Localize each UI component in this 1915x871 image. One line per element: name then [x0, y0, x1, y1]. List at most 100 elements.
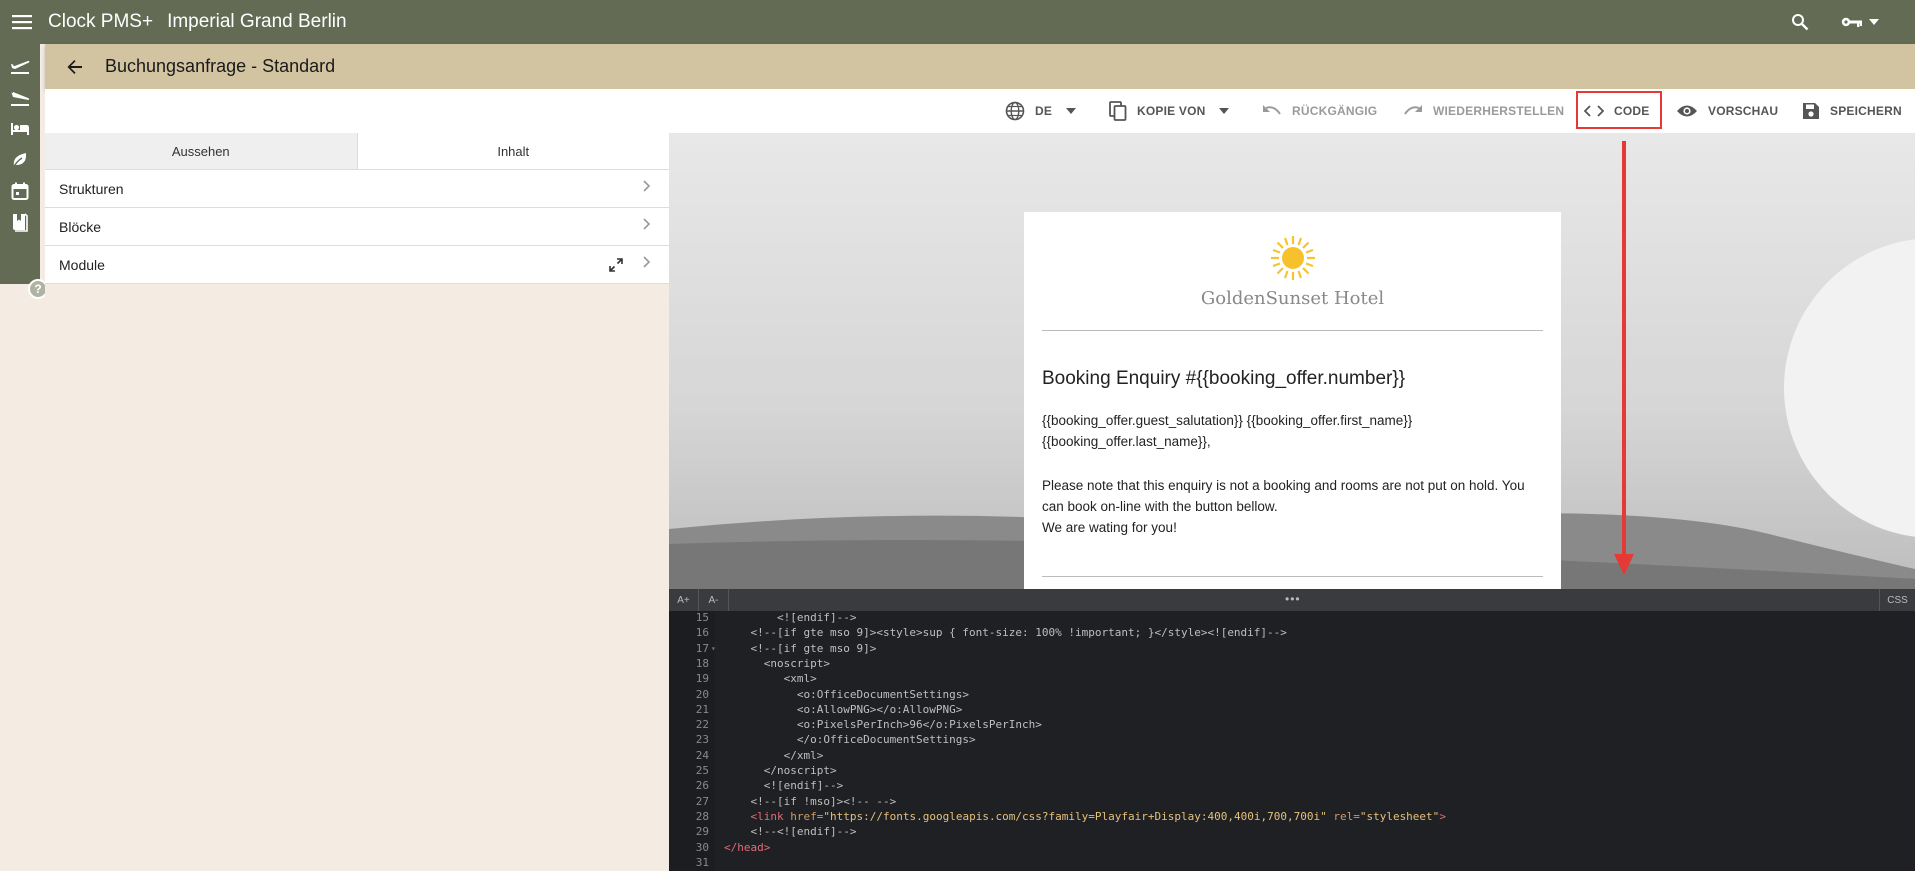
save-icon	[1803, 103, 1819, 119]
code-line[interactable]: 22 <o:PixelsPerInch>96</o:PixelsPerInch>	[669, 717, 1915, 732]
line-number: 23	[695, 733, 709, 747]
divider	[1042, 330, 1543, 331]
line-number: 26	[695, 779, 709, 793]
code-text: <noscript>	[724, 656, 830, 670]
undo-label: RÜCKGÄNGIG	[1292, 104, 1378, 118]
line-number: 17	[695, 641, 709, 655]
language-select[interactable]: DE	[1005, 89, 1077, 133]
email-card: GoldenSunset Hotel Booking Enquiry #{{bo…	[1024, 212, 1561, 589]
code-string: "stylesheet"	[1359, 809, 1440, 823]
line-number: 31	[695, 855, 709, 869]
flight-land-icon[interactable]	[6, 84, 34, 112]
code-string: "https://fonts.googleapis.com/css?family…	[823, 809, 1327, 823]
line-number: 19	[695, 672, 709, 686]
code-line[interactable]: 28 <link href="https://fonts.googleapis.…	[669, 809, 1915, 824]
copy-from-button[interactable]: KOPIE VON	[1109, 89, 1230, 133]
hotel-name[interactable]: Imperial Grand Berlin	[167, 11, 347, 33]
preview-label: VORSCHAU	[1708, 104, 1779, 118]
font-increase-button[interactable]: A+	[669, 589, 699, 611]
code-text: </noscript>	[724, 764, 837, 777]
back-arrow-icon[interactable]	[55, 47, 95, 87]
code-line[interactable]: 18 <noscript>	[669, 656, 1915, 671]
tab-aussehen[interactable]: Aussehen	[45, 133, 358, 170]
key-icon[interactable]	[1835, 8, 1885, 36]
code-line[interactable]: 21 <o:AllowPNG></o:AllowPNG>	[669, 702, 1915, 717]
code-text: <xml>	[724, 672, 817, 686]
email-heading: Booking Enquiry #{{booking_offer.number}…	[1042, 368, 1406, 389]
email-body: Please note that this enquiry is not a b…	[1042, 478, 1525, 514]
code-text: <![endif]-->	[724, 779, 844, 793]
chevron-down-icon	[1219, 108, 1230, 114]
code-line[interactable]: 15 <![endif]-->	[669, 611, 1915, 625]
chevron-right-icon	[643, 218, 651, 230]
code-line[interactable]: 26 <![endif]-->	[669, 778, 1915, 793]
code-line[interactable]: 29 <!--<![endif]-->	[669, 824, 1915, 839]
code-text: </head>	[724, 840, 770, 855]
hotel-bed-icon[interactable]	[6, 115, 34, 143]
top-app-bar: Clock PMS+ Imperial Grand Berlin	[0, 0, 1915, 44]
app-title: Clock PMS+	[48, 11, 154, 32]
email-preview-area: GoldenSunset Hotel Booking Enquiry #{{bo…	[669, 133, 1915, 589]
tab-inhalt[interactable]: Inhalt	[357, 133, 669, 170]
code-line[interactable]: 31	[669, 855, 1915, 870]
code-line[interactable]: 23 </o:OfficeDocumentSettings>	[669, 732, 1915, 747]
search-icon[interactable]	[1786, 8, 1814, 36]
globe-icon	[1005, 101, 1025, 121]
code-text: <o:OfficeDocumentSettings>	[724, 687, 970, 701]
line-number: 28	[695, 809, 709, 823]
code-text: <link href="https://fonts.googleapis.com…	[724, 809, 1446, 824]
expand-icon[interactable]	[609, 258, 623, 272]
font-decrease-button[interactable]: A-	[699, 589, 729, 611]
line-number: 27	[695, 794, 709, 808]
calendar-icon[interactable]	[6, 177, 34, 205]
code-text: <!--[if gte mso 9]>	[724, 641, 877, 655]
flight-takeoff-icon[interactable]	[6, 52, 34, 80]
code-editor[interactable]: A+ A- ••• CSS 15 <![endif]--> 16 <!--[if …	[669, 589, 1915, 871]
book-icon[interactable]	[6, 208, 34, 236]
code-lines[interactable]: 15 <![endif]--> 16 <!--[if gte mso 9]><st…	[669, 611, 1915, 871]
list-item-bloecke[interactable]: Blöcke	[45, 208, 669, 246]
code-text: <o:AllowPNG></o:AllowPNG>	[724, 702, 963, 716]
code-line[interactable]: 19 <xml>	[669, 671, 1915, 686]
list-item-module[interactable]: Module	[45, 246, 669, 284]
code-text: <!--<![endif]-->	[724, 825, 857, 839]
line-number: 30	[695, 840, 709, 854]
page-header: Buchungsanfrage - Standard	[45, 44, 1915, 89]
list-item-label: Blöcke	[59, 218, 102, 235]
panel-tabs: Aussehen Inhalt	[45, 133, 669, 170]
page-title: Buchungsanfrage - Standard	[105, 56, 336, 76]
code-text: <o:PixelsPerInch>96</o:PixelsPerInch>	[724, 718, 1042, 732]
code-text: <!--[if !mso]><!-- -->	[724, 794, 897, 808]
redo-button[interactable]: WIEDERHERSTELLEN	[1403, 89, 1564, 133]
resize-handle[interactable]: •••	[1285, 592, 1301, 606]
code-line[interactable]: 16 <!--[if gte mso 9]><style>sup { font-…	[669, 625, 1915, 640]
css-toggle-button[interactable]: CSS	[1879, 589, 1915, 611]
code-tag: </head>	[724, 840, 771, 854]
line-number: 24	[695, 748, 709, 762]
code-line[interactable]: 25 </noscript>	[669, 763, 1915, 778]
code-attr: rel=	[1326, 809, 1360, 823]
sun-logo-icon	[1271, 236, 1315, 280]
list-item-strukturen[interactable]: Strukturen	[45, 170, 669, 208]
side-navigation-rail	[0, 44, 40, 284]
code-line[interactable]: 27 <!--[if !mso]><!-- -->	[669, 794, 1915, 809]
code-line[interactable]: 17 ▾ <!--[if gte mso 9]>	[669, 641, 1915, 656]
leaf-icon[interactable]	[6, 146, 34, 174]
code-line[interactable]: 20 <o:OfficeDocumentSettings>	[669, 687, 1915, 702]
fold-marker-icon[interactable]: ▾	[711, 641, 716, 656]
left-panel: Aussehen Inhalt Strukturen Blöcke Module	[45, 133, 669, 871]
divider	[1042, 576, 1543, 577]
line-number: 20	[695, 687, 709, 701]
code-tag: >	[1439, 809, 1446, 823]
code-button-highlight	[1576, 91, 1662, 129]
hotel-logo-text: GoldenSunset Hotel	[1200, 288, 1385, 309]
line-number: 29	[695, 825, 709, 839]
preview-button[interactable]: VORSCHAU	[1676, 89, 1778, 133]
undo-button[interactable]: RÜCKGÄNGIG	[1262, 89, 1377, 133]
code-line[interactable]: 30 </head>	[669, 840, 1915, 855]
menu-icon[interactable]	[0, 0, 44, 44]
code-line[interactable]: 24 </xml>	[669, 748, 1915, 763]
chevron-right-icon	[643, 256, 651, 268]
save-label: SPEICHERN	[1830, 104, 1902, 118]
save-button[interactable]: SPEICHERN	[1802, 89, 1902, 133]
